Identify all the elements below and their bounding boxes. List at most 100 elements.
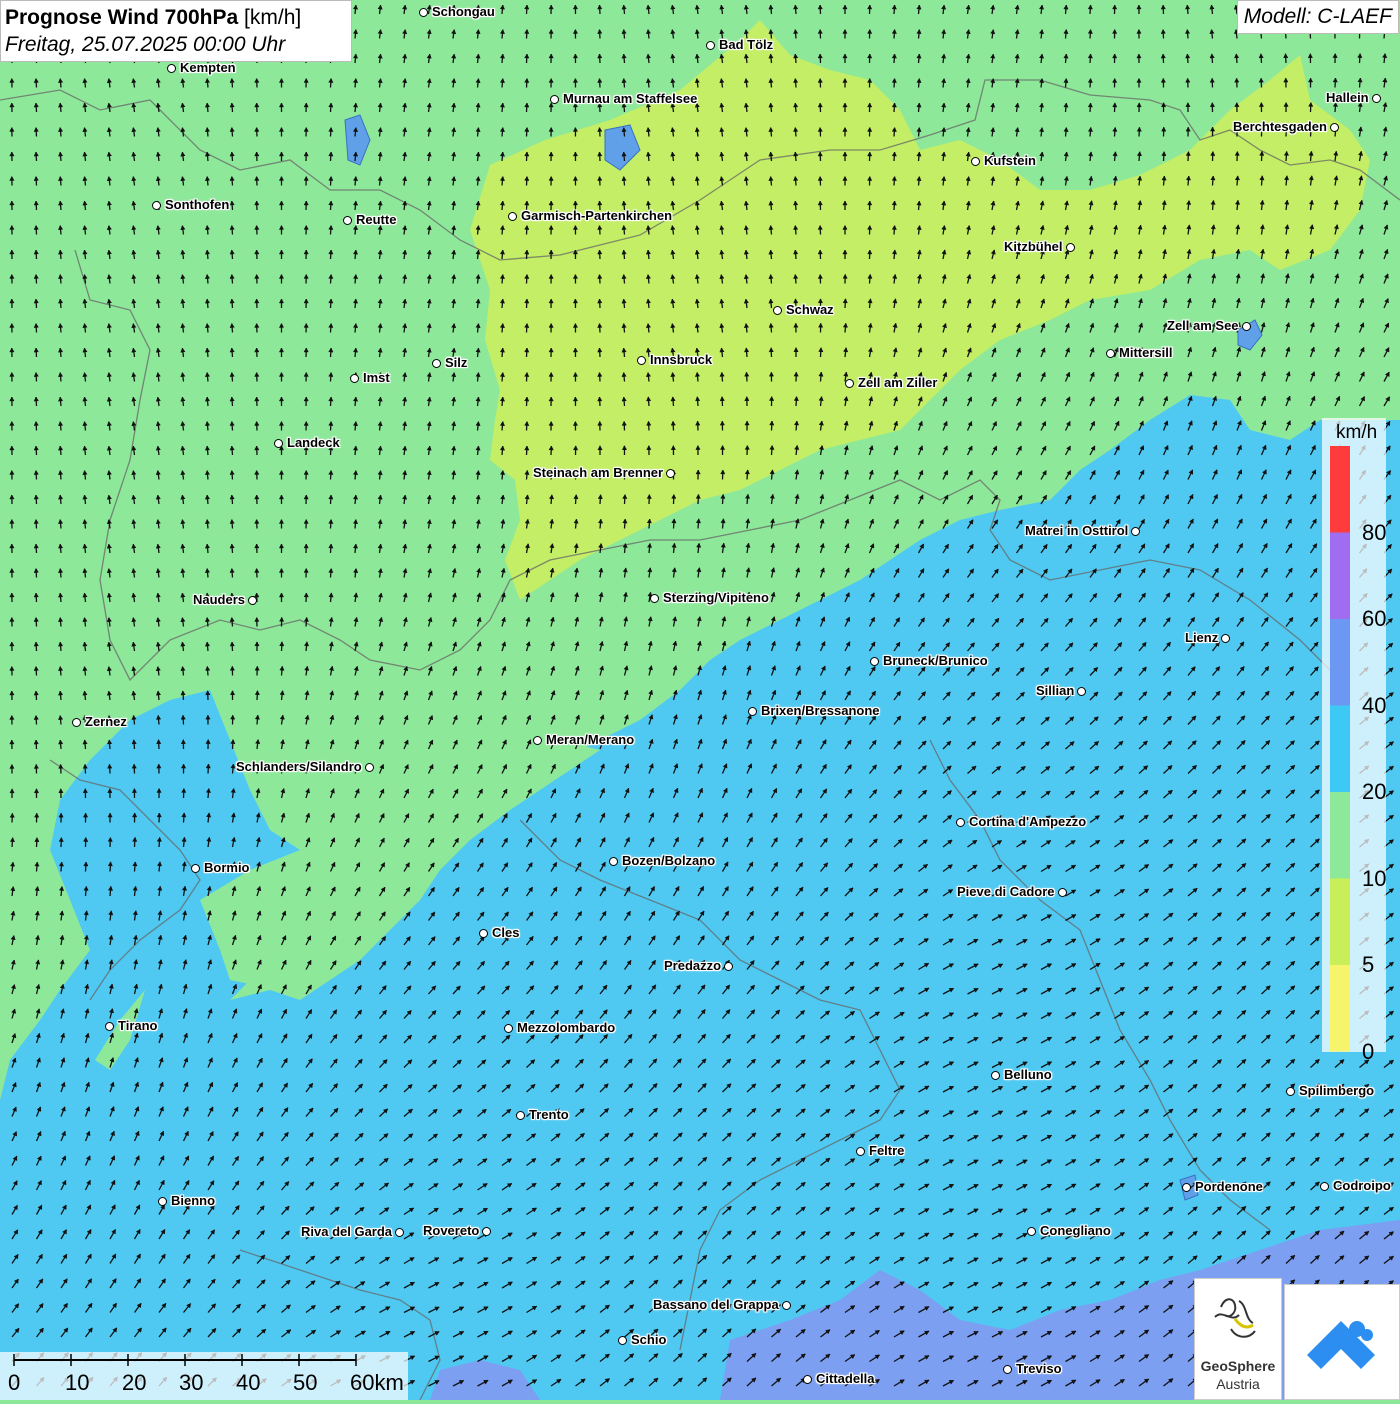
city-marker-cortina [956,818,965,827]
scale-label: 0 [8,1370,20,1396]
city-label-schwaz: Schwaz [786,302,834,317]
scale-label: 50 [293,1370,317,1396]
legend-tick-label: 20 [1362,779,1386,805]
city-label-bienno: Bienno [171,1193,215,1208]
city-label-pordenone: Pordenone [1195,1179,1263,1194]
geosphere-logo-line1: GeoSphere [1195,1358,1281,1374]
map-title: Prognose Wind 700hPa [5,6,238,29]
city-marker-garmisch [508,212,517,221]
forecast-datetime: Freitag, 25.07.2025 00:00 Uhr [5,31,351,59]
city-label-conegliano: Conegliano [1040,1223,1111,1238]
city-marker-zell-am-ziller [845,379,854,388]
color-legend: km/h 806040201050 [1322,418,1386,1052]
legend-tick-label: 0 [1362,1039,1374,1065]
weather-app-logo [1284,1284,1400,1400]
city-label-steinach: Steinach am Brenner [533,465,663,480]
legend-swatch-2 [1330,619,1350,706]
city-marker-cittadella [803,1375,812,1384]
city-label-bozen: Bozen/Bolzano [622,853,715,868]
city-marker-trento [516,1111,525,1120]
legend-tick-label: 80 [1362,520,1386,546]
city-marker-riva [395,1228,404,1237]
city-label-bormio: Bormio [204,860,250,875]
city-marker-feltre [856,1147,865,1156]
legend-swatch-6 [1330,965,1350,1052]
city-label-landeck: Landeck [287,435,340,450]
city-label-zell-am-ziller: Zell am Ziller [858,375,937,390]
city-marker-belluno [991,1071,1000,1080]
city-label-bruneck: Bruneck/Brunico [883,653,988,668]
city-label-murnau: Murnau am Staffelsee [563,91,697,106]
legend-swatch-1 [1330,533,1350,620]
city-label-brixen: Brixen/Bressanone [761,703,880,718]
city-marker-brixen [748,707,757,716]
city-label-reutte: Reutte [356,212,396,227]
city-marker-kitzbuehel [1066,243,1075,252]
city-label-zell-am-see: Zell am See [1167,318,1239,333]
city-marker-sonthofen [152,201,161,210]
legend-tick-label: 5 [1362,952,1374,978]
legend-tick-label: 60 [1362,606,1386,632]
city-marker-steinach [666,469,675,478]
city-label-kitzbuehel: Kitzbühel [1004,239,1063,254]
city-marker-innsbruck [637,356,646,365]
city-label-zernez: Zernez [85,714,127,729]
city-marker-bassano [782,1301,791,1310]
legend-swatch-4 [1330,792,1350,879]
scale-label: 20 [122,1370,146,1396]
city-label-sonthofen: Sonthofen [165,197,229,212]
city-label-sillian: Sillian [1036,683,1074,698]
city-marker-matrei [1131,527,1140,536]
city-label-spilimbergo: Spilimbergo [1299,1083,1374,1098]
city-marker-schio [618,1336,627,1345]
city-label-predazzo: Predazzo [664,958,721,973]
legend-tick-label: 40 [1362,693,1386,719]
legend-colorbar [1322,418,1386,1052]
city-marker-bad-toelz [706,41,715,50]
city-label-cittadella: Cittadella [816,1371,875,1386]
city-marker-reutte [343,216,352,225]
city-marker-landeck [274,439,283,448]
scale-label: 10 [65,1370,89,1396]
geosphere-logo-icon [1195,1279,1281,1359]
map-title-unit: [km/h] [244,6,301,29]
legend-swatch-0 [1330,446,1350,533]
city-marker-kufstein [971,157,980,166]
city-marker-bormio [191,864,200,873]
city-marker-spilimbergo [1286,1087,1295,1096]
city-marker-cles [479,929,488,938]
city-label-kufstein: Kufstein [984,153,1036,168]
geosphere-logo-line2: Austria [1195,1376,1281,1392]
scale-bar: 0102030405060km [0,1352,408,1400]
city-label-garmisch: Garmisch-Partenkirchen [521,208,672,223]
city-marker-predazzo [724,962,733,971]
scale-label: 40 [236,1370,260,1396]
weather-app-icon [1285,1285,1399,1399]
city-label-treviso: Treviso [1016,1361,1062,1376]
city-marker-lienz [1221,634,1230,643]
city-marker-murnau [550,95,559,104]
city-marker-conegliano [1027,1227,1036,1236]
city-marker-rovereto [482,1227,491,1236]
city-marker-pordenone [1182,1183,1191,1192]
legend-swatch-5 [1330,879,1350,966]
city-marker-meran [533,736,542,745]
city-label-bassano: Bassano del Grappa [653,1297,779,1312]
city-label-riva: Riva del Garda [301,1224,392,1239]
city-marker-mittersill [1106,349,1115,358]
city-label-hallein: Hallein [1326,90,1369,105]
city-label-bad-toelz: Bad Tölz [719,37,773,52]
city-marker-mezzolombardo [504,1024,513,1033]
city-label-codroipo: Codroipo [1333,1178,1391,1193]
city-label-trento: Trento [529,1107,569,1122]
city-marker-berchtesgaden [1330,123,1339,132]
city-label-innsbruck: Innsbruck [650,352,712,367]
city-marker-sillian [1077,687,1086,696]
city-label-feltre: Feltre [869,1143,904,1158]
city-marker-nauders [248,596,257,605]
scale-label: 60km [350,1370,404,1396]
city-marker-bruneck [870,657,879,666]
model-label: Modell: C-LAEF [1237,0,1399,34]
city-marker-silz [432,359,441,368]
city-label-belluno: Belluno [1004,1067,1052,1082]
